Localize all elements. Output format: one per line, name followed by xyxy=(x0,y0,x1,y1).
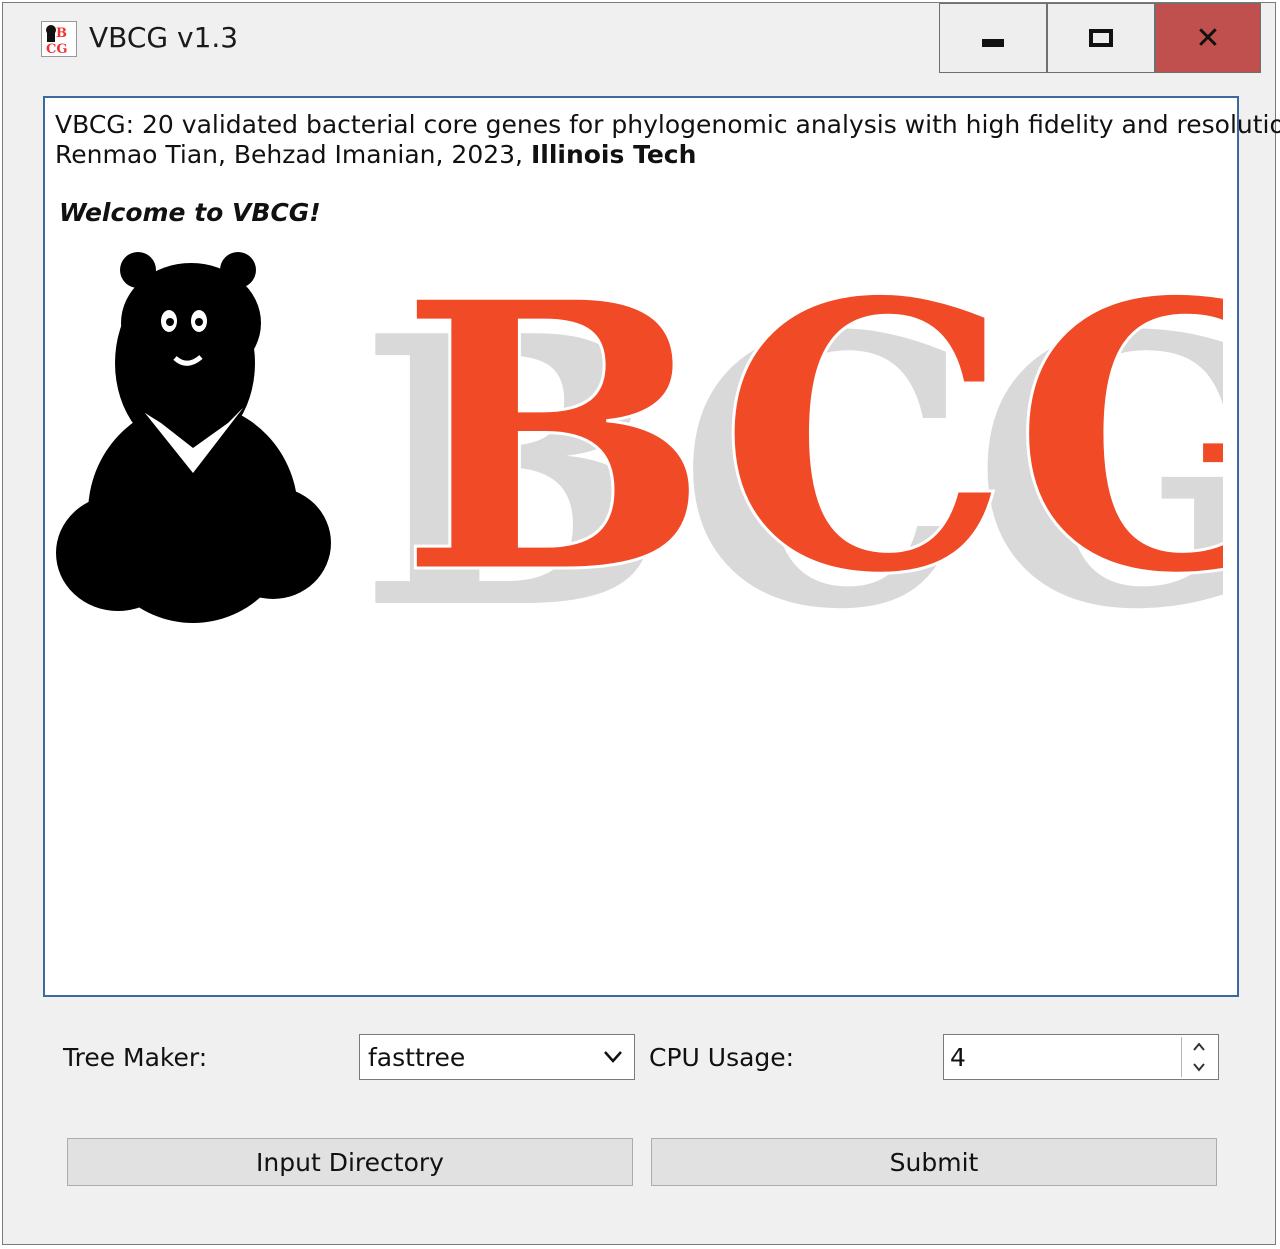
cpu-usage-label: CPU Usage: xyxy=(649,1043,795,1072)
app-logo-icon: B CG xyxy=(41,21,77,57)
spin-up-button[interactable] xyxy=(1182,1037,1216,1057)
description-line: VBCG: 20 validated bacterial core genes … xyxy=(55,110,1280,139)
tree-maker-select[interactable]: fasttree xyxy=(359,1034,635,1080)
authors-line: Renmao Tian, Behzad Imanian, 2023, Illin… xyxy=(55,140,696,169)
minimize-icon xyxy=(982,39,1004,47)
output-text-area[interactable]: VBCG: 20 validated bacterial core genes … xyxy=(43,96,1280,997)
bcg-logo-text: BCG BCG xyxy=(358,221,1280,692)
close-icon: ✕ xyxy=(1195,20,1221,56)
vbcg-logo: BCG BCG xyxy=(53,221,1280,692)
institution-text: Illinois Tech xyxy=(530,140,697,169)
vbcg-logo-graphic: BCG BCG xyxy=(56,221,1280,692)
minimize-button[interactable] xyxy=(939,3,1047,73)
authors-text: Renmao Tian, Behzad Imanian, 2023, xyxy=(55,140,531,169)
maximize-button[interactable] xyxy=(1047,3,1155,73)
cpu-usage-value: 4 xyxy=(950,1043,966,1072)
svg-text:B: B xyxy=(56,26,67,41)
chevron-down-icon xyxy=(602,1045,624,1072)
chevron-up-icon xyxy=(1193,1042,1205,1051)
window-title: VBCG v1.3 xyxy=(89,21,239,54)
cpu-usage-spinbox[interactable]: 4 xyxy=(943,1034,1219,1080)
app-window: B CG VBCG v1.3 ✕ VBCG: 20 validated bact… xyxy=(2,2,1280,1245)
maximize-icon xyxy=(1089,29,1113,47)
bear-icon xyxy=(56,252,331,623)
submit-button[interactable]: Submit xyxy=(651,1138,1217,1186)
logo-main-text: BCG xyxy=(398,223,1223,623)
tree-maker-value: fasttree xyxy=(368,1043,466,1072)
close-button[interactable]: ✕ xyxy=(1155,3,1261,73)
input-directory-button[interactable]: Input Directory xyxy=(67,1138,633,1186)
spin-down-button[interactable] xyxy=(1182,1057,1216,1077)
spin-buttons xyxy=(1181,1037,1216,1077)
tree-maker-label: Tree Maker: xyxy=(63,1043,208,1072)
svg-text:CG: CG xyxy=(46,42,67,56)
title-bar[interactable]: B CG VBCG v1.3 ✕ xyxy=(3,3,1275,73)
chevron-down-icon xyxy=(1193,1063,1205,1072)
